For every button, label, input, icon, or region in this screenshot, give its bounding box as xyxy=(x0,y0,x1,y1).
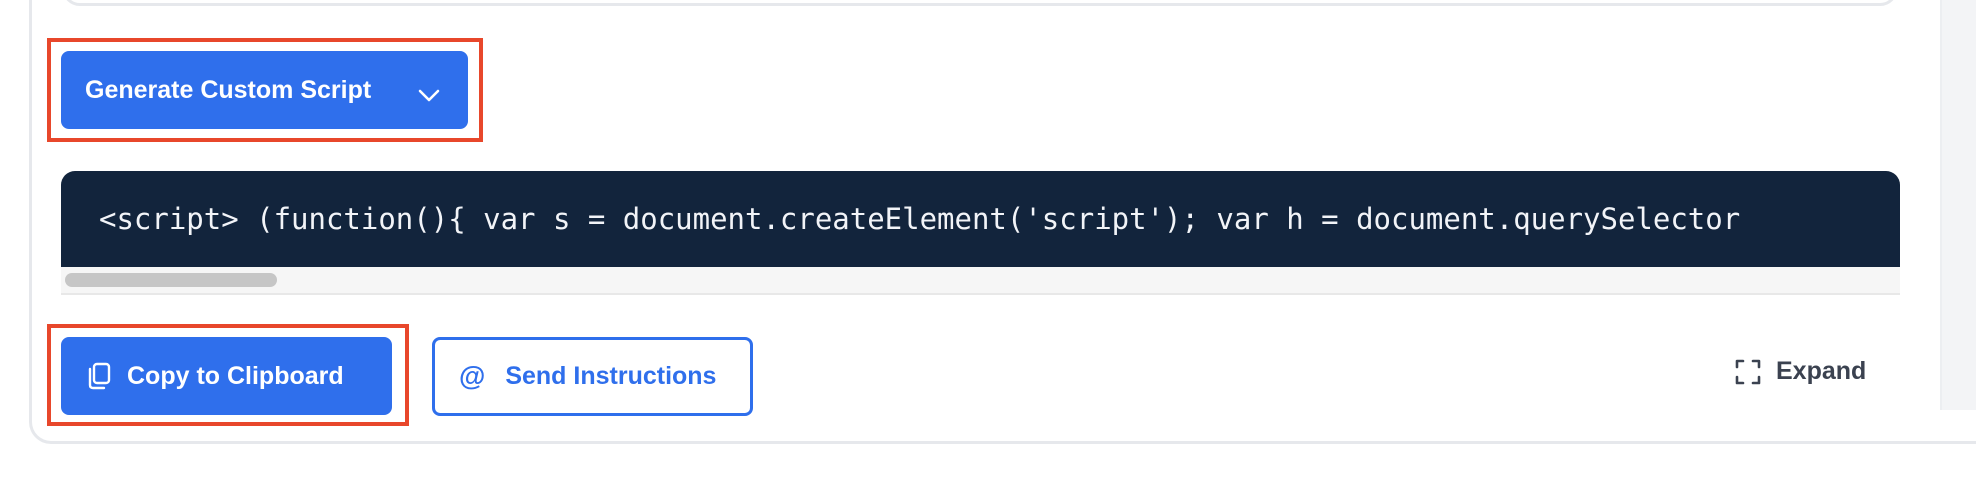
send-instructions-button[interactable]: @ Send Instructions xyxy=(432,337,753,416)
side-scroll-strip xyxy=(1940,0,1976,410)
send-button-label: Send Instructions xyxy=(505,362,717,390)
code-snippet-text[interactable]: <script> (function(){ var s = document.c… xyxy=(61,171,1900,267)
horizontal-scrollbar[interactable] xyxy=(61,267,1900,295)
copy-to-clipboard-button[interactable]: Copy to Clipboard xyxy=(61,337,392,415)
previous-card xyxy=(62,0,1898,6)
generate-button-label: Generate Custom Script xyxy=(85,75,372,104)
chevron-down-icon xyxy=(418,81,440,110)
scrollbar-thumb[interactable] xyxy=(65,273,277,287)
expand-icon xyxy=(1734,358,1762,386)
expand-label: Expand xyxy=(1776,357,1867,385)
copy-button-label: Copy to Clipboard xyxy=(127,361,344,390)
code-snippet-box: <script> (function(){ var s = document.c… xyxy=(61,171,1900,295)
at-sign-icon: @ xyxy=(459,361,486,391)
expand-button[interactable]: Expand xyxy=(1734,357,1866,386)
generate-custom-script-button[interactable]: Generate Custom Script xyxy=(61,51,468,129)
copy-icon xyxy=(85,361,113,391)
